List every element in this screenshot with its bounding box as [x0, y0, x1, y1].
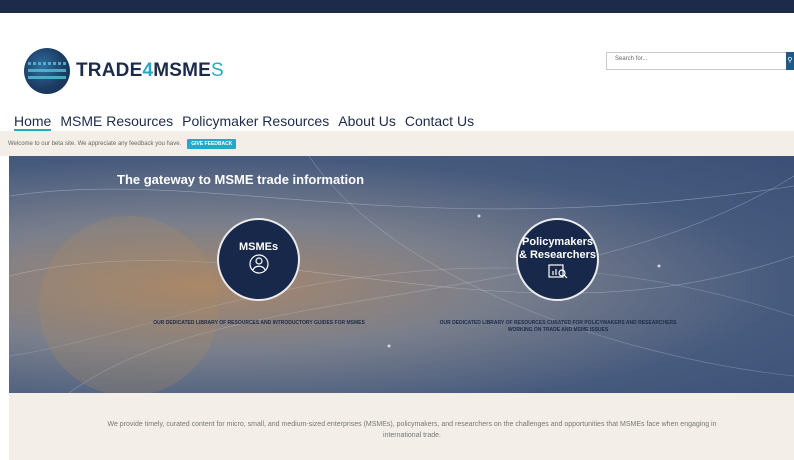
people-icon [248, 254, 269, 274]
policymakers-circle-button[interactable]: Policymakers & Researchers [516, 218, 599, 301]
site-logo[interactable]: TRADE4MSMES [24, 48, 224, 94]
search-icon[interactable]: ⚲ [786, 52, 794, 70]
msmes-label: MSMEs [238, 241, 279, 253]
beta-banner: Welcome to our beta site. We appreciate … [0, 131, 794, 156]
network-background [9, 156, 794, 393]
beta-text: Welcome to our beta site. We appreciate … [8, 140, 182, 147]
intro-section: We provide timely, curated content for m… [9, 393, 794, 460]
hero-section: The gateway to MSME trade information MS… [9, 156, 794, 393]
main-nav: Home MSME Resources Policymaker Resource… [14, 113, 474, 131]
hero-title: The gateway to MSME trade information [117, 172, 365, 187]
policymakers-caption: OUR DEDICATED LIBRARY OF RESOURCES CURAT… [439, 320, 677, 333]
analytics-icon [547, 263, 567, 278]
policymakers-label-line2: & Researchers [518, 248, 597, 261]
top-bar [0, 0, 794, 13]
give-feedback-button[interactable]: GIVE FEEDBACK [187, 138, 237, 149]
nav-about-us[interactable]: About Us [338, 113, 396, 131]
brand-name: TRADE4MSMES [76, 60, 224, 81]
msmes-caption: OUR DEDICATED LIBRARY OF RESOURCES AND I… [153, 320, 365, 326]
intro-text: We provide timely, curated content for m… [107, 421, 717, 439]
nav-policymaker-resources[interactable]: Policymaker Resources [182, 113, 329, 131]
msmes-circle-button[interactable]: MSMEs [217, 218, 300, 301]
nav-home[interactable]: Home [14, 113, 52, 131]
nav-msme-resources[interactable]: MSME Resources [60, 113, 173, 131]
nav-contact-us[interactable]: Contact Us [405, 113, 474, 131]
globe-logo-icon [24, 48, 70, 94]
search-input[interactable]: Search for... [606, 52, 788, 70]
policymakers-label-line1: Policymakers [522, 235, 593, 248]
